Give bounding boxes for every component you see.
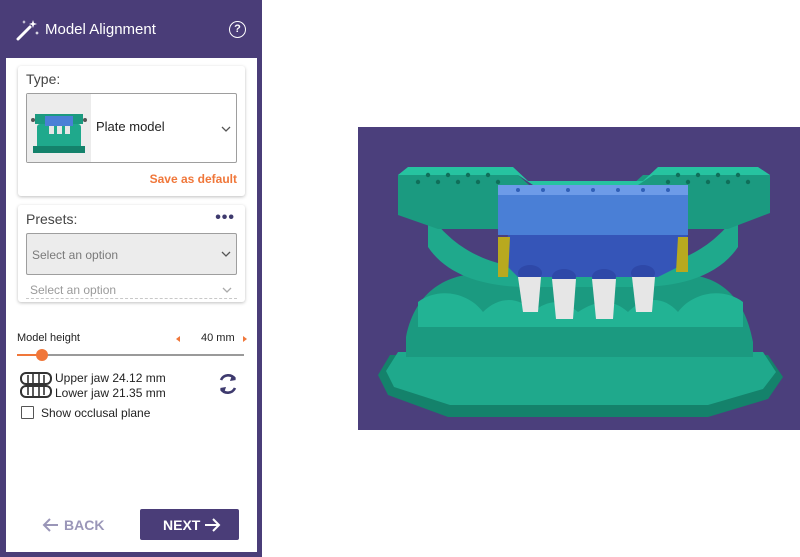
next-button[interactable]: NEXT [140,509,239,540]
back-button-label: BACK [64,517,105,533]
chevron-down-icon [221,126,231,132]
help-circle-icon[interactable]: ? [229,21,246,38]
swap-jaws-icon[interactable] [215,371,241,397]
type-card: Type: Plate model Save as default [18,66,245,196]
next-button-label: NEXT [163,517,201,533]
model-type-select[interactable]: Plate model [26,93,237,163]
model-height-value: 40 mm [201,332,235,344]
chevron-down-icon [221,251,231,257]
magic-wand-icon [16,20,39,41]
show-occlusal-plane-label: Show occlusal plane [41,406,151,420]
model-height-slider[interactable] [17,349,244,361]
preset-select-placeholder: Select an option [32,248,119,262]
more-options-icon[interactable]: ••• [215,209,235,227]
back-button[interactable]: BACK [42,516,106,536]
3d-model-viewport[interactable] [358,127,800,430]
slider-handle[interactable] [35,349,48,361]
teeth-icon [20,372,52,398]
decrease-arrow-icon[interactable] [176,336,180,342]
dental-plate-model [378,167,783,417]
model-height-label: Model height [17,332,80,344]
model-type-value: Plate model [96,119,165,134]
preset-select[interactable]: Select an option [26,233,237,275]
chevron-down-icon [222,287,232,293]
preset-sub-select[interactable]: Select an option [26,281,237,299]
arrow-right-icon [205,518,221,532]
upper-jaw-height: Upper jaw 24.12 mm [55,371,166,385]
panel-body: Type: Plate model Save as default Preset… [6,58,257,552]
lower-jaw-height: Lower jaw 21.35 mm [55,386,166,400]
preset-sub-placeholder: Select an option [30,283,117,297]
increase-arrow-icon[interactable] [243,336,247,342]
model-alignment-panel: Model Alignment ? Type: Plate model Save… [0,0,262,557]
show-occlusal-plane-checkbox[interactable] [21,406,34,419]
type-label: Type: [26,71,61,87]
save-as-default-link[interactable]: Save as default [150,172,237,186]
presets-label: Presets: [26,211,78,227]
plate-model-thumbnail [27,94,91,162]
arrow-left-icon [42,518,58,532]
panel-title: Model Alignment [45,21,156,38]
panel-header: Model Alignment ? [0,0,262,58]
presets-card: Presets: ••• Select an option Select an … [18,205,245,302]
